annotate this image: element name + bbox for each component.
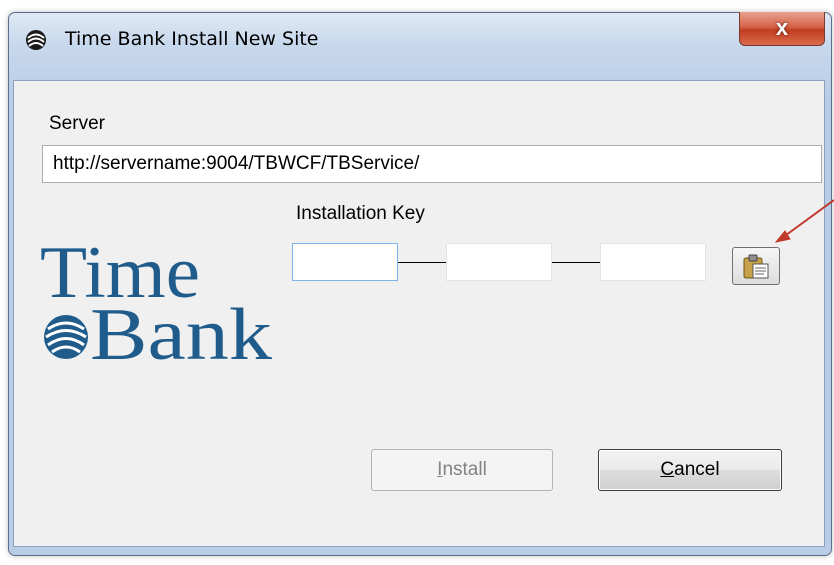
server-url-input[interactable]	[42, 145, 822, 183]
app-logo-icon	[26, 30, 46, 50]
close-button[interactable]: x	[739, 12, 825, 46]
installation-key-label: Installation Key	[296, 203, 425, 224]
close-icon: x	[775, 15, 789, 40]
cancel-button-accel: C	[660, 459, 675, 480]
cancel-button-label: ancel	[674, 459, 720, 480]
server-label: Server	[49, 113, 105, 134]
paste-key-button[interactable]	[732, 247, 780, 285]
time-bank-logo: Time Bank	[40, 232, 272, 371]
install-button-label: nstall	[442, 459, 487, 480]
installation-key-field-2[interactable]	[446, 243, 552, 281]
installation-key-field-3[interactable]	[600, 243, 706, 281]
installation-key-field-1[interactable]	[292, 243, 398, 281]
dialog-window: Time Bank Install New Site x Server Inst…	[8, 12, 832, 556]
dialog-body: Server Installation Key Time	[13, 80, 825, 547]
title-bar[interactable]: Time Bank Install New Site x	[9, 12, 831, 75]
key-separator	[552, 262, 600, 263]
paste-clipboard-icon	[743, 254, 769, 279]
cancel-button[interactable]: Cancel	[598, 449, 782, 491]
logo-emblem	[44, 315, 88, 359]
window-title: Time Bank Install New Site	[65, 28, 319, 50]
logo-bank-text: Bank	[90, 294, 272, 371]
key-separator	[398, 262, 446, 263]
install-button[interactable]: Install	[371, 449, 553, 491]
